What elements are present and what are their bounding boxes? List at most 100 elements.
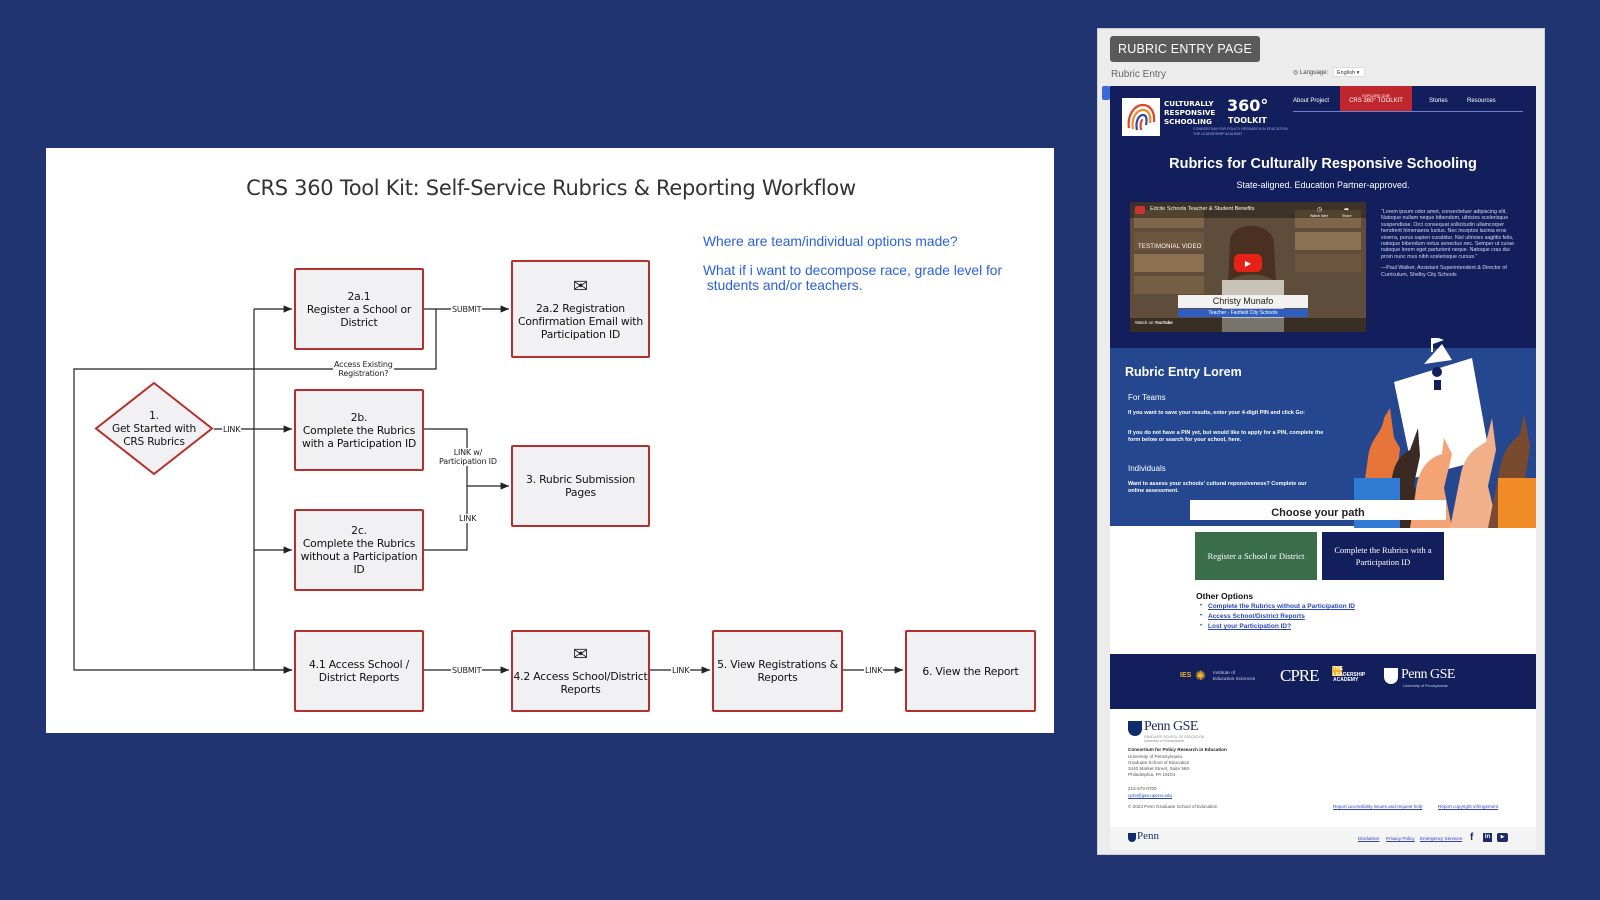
footer-penn-gse-logo: Penn GSE (1144, 719, 1198, 734)
link-lost-id[interactable]: Lost your Participation ID? (1208, 623, 1291, 630)
quote-text: “Lorem ipsum odor amet, consectetuer adi… (1381, 209, 1515, 260)
footer-penn-logo: Penn (1137, 830, 1159, 842)
penn-gse-logo: Penn GSE (1401, 667, 1455, 682)
penn-shield-icon (1128, 833, 1136, 842)
footer: Penn GSE GRADUATE SCHOOL OF EDUCATION Un… (1110, 709, 1536, 827)
watch-later-icon[interactable]: ◷ (1317, 206, 1322, 213)
ies-text: Institute of Education Sciences (1213, 671, 1256, 682)
privacy-policy-link[interactable]: Privacy Policy (1386, 836, 1415, 841)
logo-line3: SCHOOLING (1164, 117, 1212, 126)
panel-subtitle: Rubric Entry (1111, 69, 1167, 80)
watch-on-text: Watch on (1135, 320, 1154, 325)
play-button[interactable]: ▶ (1234, 254, 1262, 272)
box-access-reports-2: ✉ 4.2 Access School/District Reports (511, 630, 650, 712)
label-link-without: LINK (458, 514, 478, 523)
logo-tag2: THE LEADERSHIP ACADEMY (1193, 132, 1243, 136)
tla-logo: THE LEADERSHIP ACADEMY (1333, 666, 1366, 684)
sun-icon: ✺ (1195, 668, 1206, 683)
individuals-heading: Individuals (1128, 464, 1166, 473)
globe-icon: ◎ (1293, 70, 1300, 76)
cpre-logo: CPRE (1280, 666, 1320, 685)
bullet-icon: • (1200, 603, 1203, 609)
bullet-icon: • (1200, 613, 1203, 619)
box-register: 2a.1 Register a School or District (294, 268, 424, 350)
channel-avatar-icon (1135, 206, 1145, 214)
language-select[interactable]: English ▾ (1333, 67, 1365, 77)
choose-path-title: Choose your path (1271, 507, 1365, 519)
hero-subtitle: State-aligned. Education Partner-approve… (1236, 180, 1410, 190)
share-label: Share (1342, 214, 1352, 218)
panel-tag: RUBRIC ENTRY PAGE (1110, 36, 1260, 62)
nav-about[interactable]: About Project (1293, 98, 1329, 104)
label-link-5: LINK (671, 666, 691, 675)
link-access-reports[interactable]: Access School/District Reports (1208, 613, 1305, 620)
footer-phone: 215-573-0700 (1128, 786, 1157, 791)
start-line2: Get Started with (111, 423, 196, 435)
logo-tag1: CONSORTIUM FOR POLICY RESEARCH IN EDUCAT… (1193, 127, 1288, 131)
complete-with-id-button[interactable]: Complete the Rubrics with a Participatio… (1322, 532, 1444, 580)
label-link-with-id: LINK w/ Participation ID (438, 448, 498, 466)
logo-toolkit: TOOLKIT (1228, 116, 1267, 125)
teams-paragraph-1: If you want to save your results, enter … (1128, 410, 1305, 416)
box-submission: 3. Rubric Submission Pages (511, 445, 650, 527)
bullet-icon: • (1200, 623, 1203, 629)
video-title: Edcite Schools Teacher & Student Benefit… (1150, 206, 1255, 212)
logo-360: 360° (1227, 96, 1269, 115)
box-without-id: 2c. Complete the Rubrics without a Parti… (294, 509, 424, 591)
logo-line2: RESPONSIVE (1164, 108, 1216, 117)
hero-title: Rubrics for Culturally Responsive School… (1169, 156, 1477, 172)
language-label: ◎ Language: (1293, 69, 1328, 76)
teams-paragraph-2: If you do not have a PIN yet, but would … (1128, 430, 1324, 443)
emergency-services-link[interactable]: Emergency Services (1420, 836, 1462, 841)
link-complete-without-id[interactable]: Complete the Rubrics without a Participa… (1208, 603, 1355, 610)
facebook-icon[interactable]: f (1470, 832, 1473, 843)
rubric-entry-panel: RUBRIC ENTRY PAGE Rubric Entry ◎ Languag… (1097, 28, 1545, 855)
nav-stories[interactable]: Stories (1429, 98, 1448, 104)
youtube-icon[interactable]: ▶ (1497, 833, 1508, 842)
box-view-report: 6. View the Report (905, 630, 1036, 712)
report-copyright-link[interactable]: Report copyright infringement (1438, 804, 1498, 809)
hero-section: CULTURALLY RESPONSIVE SCHOOLING 360° TOO… (1110, 86, 1536, 348)
partners-band: IES ✺ Institute of Education Sciences CP… (1110, 654, 1536, 709)
penn-shield-icon (1128, 721, 1142, 736)
linkedin-icon[interactable]: in (1483, 833, 1492, 842)
workflow-diagram: CRS 360 Tool Kit: Self-Service Rubrics &… (46, 148, 1054, 733)
scroll-indicator[interactable] (1102, 86, 1110, 100)
start-label: 1. Get Started with CRS Rubrics (94, 410, 214, 449)
box-view-registrations: 5. View Registrations & Reports (712, 630, 843, 712)
watch-later-label: Watch later (1310, 214, 1329, 218)
testimonial-quote: “Lorem ipsum odor amet, consectetuer adi… (1381, 209, 1519, 278)
nav-resources[interactable]: Resources (1467, 98, 1496, 104)
chevron-down-icon: ▾ (1356, 70, 1360, 76)
speaker-name: Christy Munafo (1178, 295, 1308, 308)
fingerprint-logo-icon (1122, 98, 1160, 136)
nav-explore-label: CRS 360° TOOLKIT (1349, 98, 1403, 104)
penn-gse-sub: University of Pennsylvania (1403, 684, 1448, 688)
footer-bottom-bar: Penn Disclaimer Privacy Policy Emergency… (1110, 827, 1536, 850)
site-screenshot: CULTURALLY RESPONSIVE SCHOOLING 360° TOO… (1110, 86, 1536, 850)
register-school-button[interactable]: Register a School or District (1195, 532, 1317, 580)
logo-line1: CULTURALLY (1164, 99, 1214, 108)
box-access-reports-2-text: 4.2 Access School/District Reports (513, 670, 648, 696)
ies-logo: IES (1180, 672, 1192, 679)
disclaimer-link[interactable]: Disclaimer (1358, 836, 1379, 841)
youtube-logo: YouTube (1154, 320, 1173, 325)
quote-author: —Paul Walker, Assistant Superintendent &… (1381, 265, 1507, 278)
testimonial-video[interactable]: Edcite Schools Teacher & Student Benefit… (1130, 202, 1366, 332)
testimonial-badge: TESTIMONIAL VIDEO (1138, 244, 1202, 250)
start-line3: CRS Rubrics (123, 436, 185, 448)
mail-icon: ✉ (573, 644, 588, 665)
start-step: 1. (149, 410, 159, 422)
footer-email-link[interactable]: cpre@gse.upenn.edu (1128, 793, 1172, 798)
language-value: English (1337, 70, 1356, 76)
footer-copyright: © 2023 Penn Graduate School of Education (1128, 804, 1218, 809)
other-options-title: Other Options (1196, 591, 1254, 601)
speaker-role: Teacher - Fairfield City Schools (1178, 309, 1308, 317)
report-accessibility-link[interactable]: Report accessibility issues and request … (1333, 804, 1422, 809)
footer-address: University of Pennsylvania Graduate Scho… (1128, 754, 1190, 777)
share-icon[interactable]: ➦ (1344, 206, 1349, 213)
box-confirmation-text: 2a.2 Registration Confirmation Email wit… (518, 301, 643, 341)
watch-on-label[interactable]: Watch on YouTube (1135, 320, 1173, 325)
nav-explore-toolkit[interactable]: EXPLORE OUR CRS 360° TOOLKIT (1340, 86, 1412, 112)
nav-divider (1293, 111, 1523, 112)
